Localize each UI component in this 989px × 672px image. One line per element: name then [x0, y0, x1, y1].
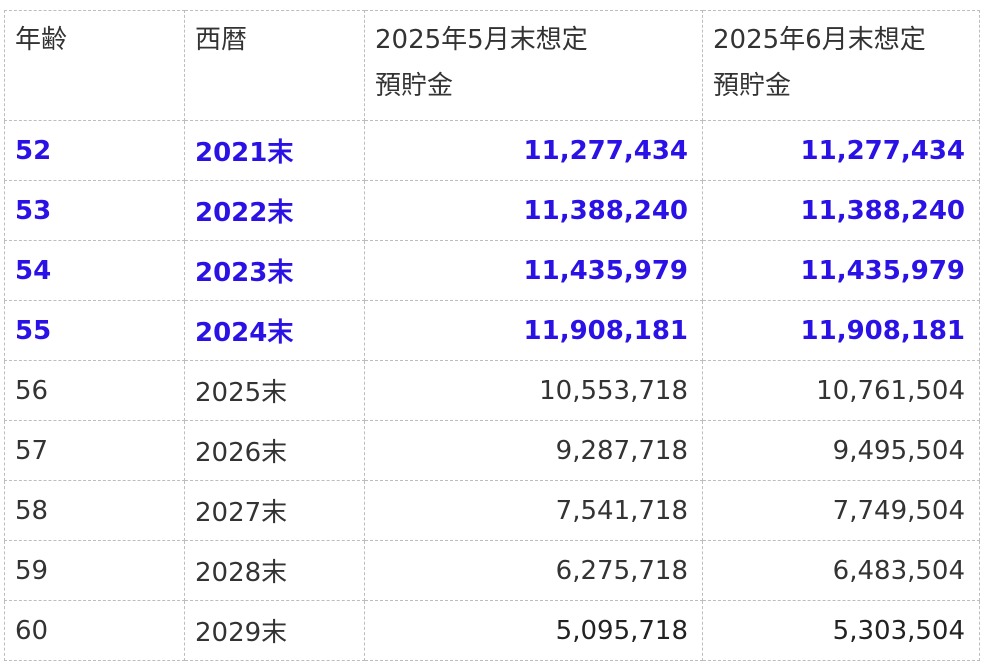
cell-year: 2023末: [184, 240, 365, 301]
header-may-line1: 2025年5月末想定: [375, 25, 588, 55]
cell-age: 52: [4, 120, 185, 181]
cell-year: 2024末: [184, 300, 365, 361]
cell-year: 2022末: [184, 180, 365, 241]
cell-jun-savings: 6,483,504: [702, 540, 980, 601]
header-year: 西暦: [184, 10, 365, 121]
cell-age: 58: [4, 480, 185, 541]
cell-year: 2026末: [184, 420, 365, 481]
cell-may-savings: 7,541,718: [364, 480, 703, 541]
cell-may-savings: 11,277,434: [364, 120, 703, 181]
cell-may-savings: 10,553,718: [364, 360, 703, 421]
cell-year: 2025末: [184, 360, 365, 421]
table-row: 56 2025末 10,553,718 10,761,504: [4, 360, 980, 421]
cell-jun-savings: 9,495,504: [702, 420, 980, 481]
table-row: 55 2024末 11,908,181 11,908,181: [4, 300, 980, 361]
table-row: 57 2026末 9,287,718 9,495,504: [4, 420, 980, 481]
header-may-savings: 2025年5月末想定 預貯金: [364, 10, 703, 121]
cell-may-savings: 11,388,240: [364, 180, 703, 241]
table-row: 59 2028末 6,275,718 6,483,504: [4, 540, 980, 601]
table-row: 58 2027末 7,541,718 7,749,504: [4, 480, 980, 541]
cell-age: 55: [4, 300, 185, 361]
header-row: 年齢 西暦 2025年5月末想定 預貯金 2025年6月末想定 預貯金: [4, 10, 980, 121]
cell-year: 2029末: [184, 600, 365, 661]
header-jun-savings: 2025年6月末想定 預貯金: [702, 10, 980, 121]
cell-age: 54: [4, 240, 185, 301]
table-row: 54 2023末 11,435,979 11,435,979: [4, 240, 980, 301]
cell-jun-savings: 5,303,504: [702, 600, 980, 661]
table-row: 52 2021末 11,277,434 11,277,434: [4, 120, 980, 181]
cell-may-savings: 5,095,718: [364, 600, 703, 661]
cell-jun-savings: 11,277,434: [702, 120, 980, 181]
cell-may-savings: 9,287,718: [364, 420, 703, 481]
cell-year: 2021末: [184, 120, 365, 181]
cell-year: 2027末: [184, 480, 365, 541]
cell-age: 53: [4, 180, 185, 241]
header-age: 年齢: [4, 10, 185, 121]
cell-may-savings: 11,435,979: [364, 240, 703, 301]
table-row: 53 2022末 11,388,240 11,388,240: [4, 180, 980, 241]
table-body: 52 2021末 11,277,434 11,277,434 53 2022末 11,388…: [4, 120, 980, 661]
cell-jun-savings: 10,761,504: [702, 360, 980, 421]
header-jun-line1: 2025年6月末想定: [713, 25, 926, 55]
header-may-line2: 預貯金: [375, 71, 454, 101]
cell-year: 2028末: [184, 540, 365, 601]
cell-jun-savings: 11,435,979: [702, 240, 980, 301]
cell-may-savings: 6,275,718: [364, 540, 703, 601]
cell-age: 59: [4, 540, 185, 601]
table-row: 60 2029末 5,095,718 5,303,504: [4, 600, 980, 661]
cell-age: 57: [4, 420, 185, 481]
header-jun-line2: 預貯金: [713, 71, 792, 101]
cell-age: 56: [4, 360, 185, 421]
cell-jun-savings: 11,388,240: [702, 180, 980, 241]
cell-age: 60: [4, 600, 185, 661]
cell-may-savings: 11,908,181: [364, 300, 703, 361]
cell-jun-savings: 11,908,181: [702, 300, 980, 361]
cell-jun-savings: 7,749,504: [702, 480, 980, 541]
savings-table: 年齢 西暦 2025年5月末想定 預貯金 2025年6月末想定 預貯金 52 20…: [4, 10, 980, 661]
table-header: 年齢 西暦 2025年5月末想定 預貯金 2025年6月末想定 預貯金: [4, 10, 980, 121]
